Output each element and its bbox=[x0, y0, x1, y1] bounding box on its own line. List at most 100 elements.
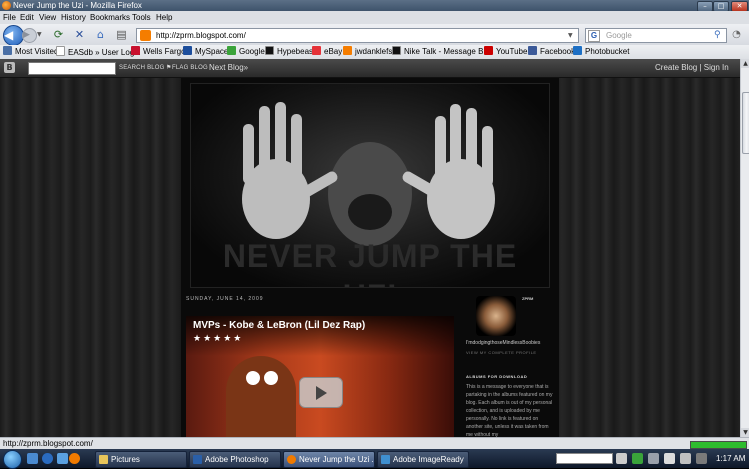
bookmark-ebay[interactable]: eBay bbox=[312, 46, 342, 58]
addon-icon[interactable]: ◔ bbox=[729, 27, 744, 42]
profile-name-link[interactable]: I'mdodgingthoseMindlessBoobies bbox=[466, 340, 540, 346]
firefox-quicklaunch-icon[interactable] bbox=[69, 453, 80, 464]
network-icon[interactable] bbox=[648, 453, 659, 464]
scroll-down-arrow-icon[interactable]: ▼ bbox=[741, 428, 749, 437]
firefox-icon bbox=[287, 455, 296, 464]
volume-icon[interactable] bbox=[664, 453, 675, 464]
bookmark-google[interactable]: Google bbox=[227, 46, 265, 58]
bookmark-youtube[interactable]: YouTube bbox=[484, 46, 527, 58]
search-icon[interactable]: ⚲ bbox=[714, 29, 721, 42]
navigation-toolbar: ◀ ▶ ▼ ⟳ ✕ ⌂ ▤ http://zprm.blogspot.com/ … bbox=[0, 24, 749, 46]
menu-edit[interactable]: Edit bbox=[20, 12, 34, 23]
blog-title: NEVER JUMP THE UZI bbox=[222, 238, 518, 287]
blogger-logo-icon[interactable]: B bbox=[4, 62, 15, 73]
most-visited-icon bbox=[3, 46, 12, 55]
search-placeholder: Google bbox=[606, 31, 632, 40]
blog-search-input[interactable] bbox=[28, 62, 116, 75]
menu-file[interactable]: File bbox=[3, 12, 16, 23]
taskbar-search-input[interactable] bbox=[556, 453, 613, 464]
print-icon[interactable]: ▤ bbox=[114, 27, 129, 42]
title-bar[interactable]: Never Jump the Uzi - Mozilla Firefox – □… bbox=[0, 0, 749, 12]
vertical-scrollbar[interactable]: ▲ ▼ bbox=[740, 59, 749, 437]
tray-misc-icon-2[interactable] bbox=[696, 453, 707, 464]
blogger-icon bbox=[343, 46, 352, 55]
video-title[interactable]: MVPs - Kobe & LeBron (Lil Dez Rap) bbox=[193, 319, 365, 332]
bookmark-jwdanklefs[interactable]: jwdanklefs bbox=[343, 46, 392, 58]
photobucket-icon bbox=[573, 46, 582, 55]
bookmark-hypebeast[interactable]: Hypebeast bbox=[265, 46, 315, 58]
video-rating-stars: ★★★★★ bbox=[193, 334, 244, 344]
stop-icon[interactable]: ✕ bbox=[72, 27, 87, 42]
keyboard-icon[interactable] bbox=[616, 453, 627, 464]
blog-header-image[interactable]: NEVER JUMP THE UZI bbox=[190, 83, 550, 288]
reload-icon[interactable]: ⟳ bbox=[51, 27, 66, 42]
albums-text: This is a message to everyone that is pa… bbox=[466, 384, 553, 438]
youtube-icon bbox=[484, 46, 493, 55]
windows-taskbar: Pictures Adobe Photoshop Never Jump the … bbox=[0, 449, 749, 469]
create-blog-sign-in-link[interactable]: Create Blog | Sign In bbox=[655, 62, 729, 74]
google-icon bbox=[227, 46, 236, 55]
embedded-video[interactable]: MVPs - Kobe & LeBron (Lil Dez Rap) ★★★★★ bbox=[186, 316, 454, 437]
scroll-thumb[interactable] bbox=[742, 92, 749, 154]
tray-misc-icon[interactable] bbox=[680, 453, 691, 464]
flag-blog-button[interactable]: FLAG BLOG bbox=[172, 63, 208, 73]
menu-bar: File Edit View History Bookmarks Tools H… bbox=[0, 11, 749, 25]
blogger-navbar: B SEARCH BLOG ⚑ FLAG BLOG Next Blog» Cre… bbox=[0, 59, 740, 78]
search-blog-button[interactable]: SEARCH BLOG bbox=[119, 63, 165, 73]
bookmark-myspace[interactable]: MySpace bbox=[183, 46, 228, 58]
next-blog-link[interactable]: Next Blog» bbox=[209, 62, 248, 74]
menu-bookmarks[interactable]: Bookmarks bbox=[90, 12, 130, 23]
bookmark-facebook[interactable]: Facebook bbox=[528, 46, 575, 58]
bookmark-wells-fargo[interactable]: Wells Fargo bbox=[131, 46, 186, 58]
internet-explorer-icon[interactable] bbox=[42, 453, 53, 464]
menu-help[interactable]: Help bbox=[156, 12, 172, 23]
view-profile-link[interactable]: VIEW MY COMPLETE PROFILE bbox=[466, 350, 537, 355]
tray-app-icon[interactable] bbox=[632, 453, 643, 464]
facebook-icon bbox=[528, 46, 537, 55]
hypebeast-icon bbox=[265, 46, 274, 55]
photoshop-icon bbox=[193, 455, 202, 464]
task-imageready[interactable]: Adobe ImageReady bbox=[377, 451, 469, 468]
clock[interactable]: 1:17 AM bbox=[716, 451, 745, 466]
albums-heading: ALBUMS FOR DOWNLOAD bbox=[466, 374, 528, 379]
task-firefox[interactable]: Never Jump the Uzi ... bbox=[283, 451, 375, 468]
folder-icon bbox=[99, 455, 108, 464]
bookmark-easdb[interactable]: EASdb » User Login bbox=[56, 46, 141, 58]
forward-button[interactable]: ▶ bbox=[22, 28, 37, 43]
menu-view[interactable]: View bbox=[39, 12, 56, 23]
start-button[interactable] bbox=[3, 450, 22, 469]
task-photoshop[interactable]: Adobe Photoshop bbox=[189, 451, 281, 468]
video-thumbnail-eye bbox=[264, 371, 278, 385]
search-engine-icon[interactable]: G bbox=[588, 30, 600, 42]
back-button[interactable]: ◀ bbox=[3, 25, 24, 46]
wells-fargo-icon bbox=[131, 46, 140, 55]
firefox-icon bbox=[2, 1, 11, 10]
nike-talk-icon bbox=[392, 46, 401, 55]
play-button[interactable] bbox=[299, 377, 343, 408]
bookmark-most-visited[interactable]: Most Visited bbox=[3, 46, 58, 58]
imageready-icon bbox=[381, 455, 390, 464]
flag-icon: ⚑ bbox=[166, 65, 172, 71]
search-box[interactable]: G Google ⚲ bbox=[585, 28, 727, 43]
menu-tools[interactable]: Tools bbox=[132, 12, 151, 23]
show-desktop-icon[interactable] bbox=[27, 453, 38, 464]
menu-history[interactable]: History bbox=[61, 12, 86, 23]
home-icon[interactable]: ⌂ bbox=[93, 27, 108, 42]
scroll-up-arrow-icon[interactable]: ▲ bbox=[741, 59, 749, 68]
bookmarks-toolbar: Most Visited EASdb » User Login Wells Fa… bbox=[0, 45, 749, 60]
url-dropdown-icon[interactable]: ▼ bbox=[568, 32, 573, 39]
ebay-icon bbox=[312, 46, 321, 55]
bookmark-nike-talk[interactable]: Nike Talk - Message B... bbox=[392, 46, 490, 58]
myspace-icon bbox=[183, 46, 192, 55]
blog-sidebar: ZPRM I'mdodgingthoseMindlessBoobies VIEW… bbox=[462, 292, 559, 438]
video-thumbnail-figure bbox=[226, 356, 296, 437]
profile-avatar[interactable] bbox=[476, 296, 516, 336]
loading-progress-bar bbox=[690, 441, 747, 449]
history-dropdown-icon[interactable]: ▼ bbox=[37, 31, 42, 38]
bookmark-photobucket[interactable]: Photobucket bbox=[573, 46, 629, 58]
task-pictures[interactable]: Pictures bbox=[95, 451, 187, 468]
url-bar[interactable]: http://zprm.blogspot.com/ ☆ ▼ bbox=[136, 28, 703, 43]
post-date: SUNDAY, JUNE 14, 2009 bbox=[186, 296, 264, 302]
switch-windows-icon[interactable] bbox=[57, 453, 68, 464]
video-thumbnail-eye bbox=[246, 371, 260, 385]
